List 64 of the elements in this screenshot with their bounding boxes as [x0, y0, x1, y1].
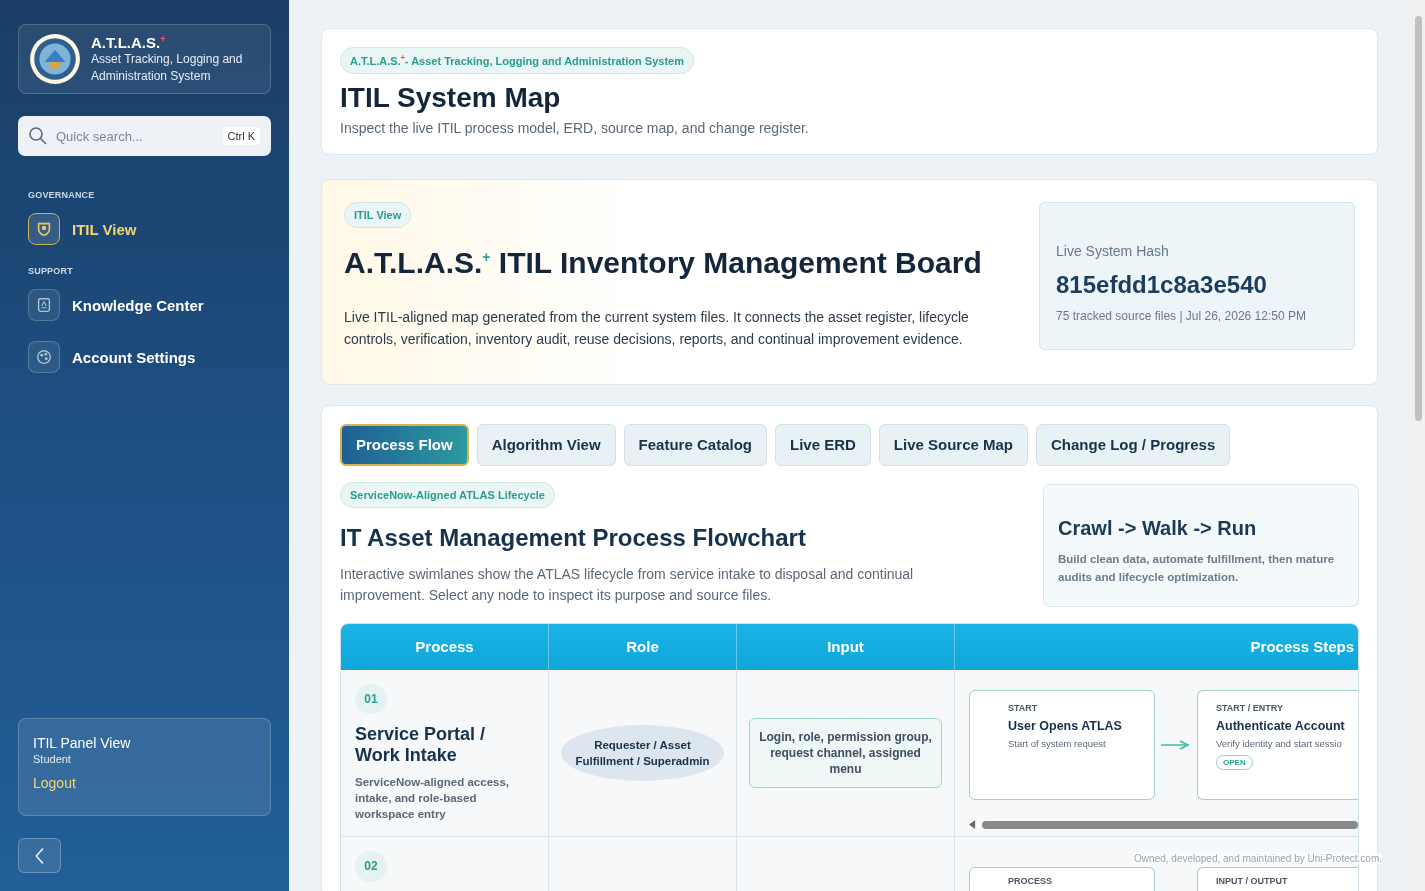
collapse-button[interactable]	[18, 838, 61, 873]
palette-icon	[35, 348, 53, 366]
tab[interactable]: Feature Catalog	[623, 423, 767, 466]
step-title: Authenticate Account	[1216, 718, 1345, 733]
page-title: ITIL System Map	[340, 81, 561, 114]
process-step-node[interactable]: START / ENTRY Authenticate Account Verify identity and start sessio OPEN	[1197, 689, 1358, 800]
tab[interactable]: Live ERD	[774, 423, 871, 466]
logout-link[interactable]: Logout	[33, 775, 256, 791]
hash-value: 815efdd1c8a3e540	[1056, 270, 1268, 299]
app-full-name: Asset Tracking, Logging and Administration System	[91, 50, 244, 85]
user-role: Student	[33, 753, 72, 765]
board-description: Live ITIL-aligned map generated from the current system files. It connects the asset register, lifecycle controls, verification, inventory audit, reuse decisions, reports, and continual improvement evidence.	[344, 307, 970, 349]
board-title: A.T.L.A.S.$^{+}$ ITIL Inventory Management Board	[344, 245, 982, 280]
search-icon	[28, 126, 48, 146]
step-description: Verify identity and start sessio	[1216, 737, 1342, 749]
book-icon	[35, 296, 53, 314]
hash-meta: 75 tracked source files | Jul 26, 2026 12:50 PM	[1056, 308, 1307, 323]
vertical-scrollbar[interactable]	[1412, 0, 1425, 891]
lifecycle-chip: ServiceNow-Aligned ATLAS Lifecycle	[340, 481, 555, 508]
tab[interactable]: Process Flow	[340, 423, 469, 466]
role-node[interactable]: Requester / Asset Fulfillment / Superadmin	[561, 724, 724, 781]
horizontal-scrollbar[interactable]	[969, 819, 1358, 830]
process-step-node[interactable]: PROCESS	[969, 866, 1155, 891]
user-name: ITIL Panel View	[33, 735, 132, 751]
step-title: User Opens ATLAS	[1008, 718, 1122, 733]
shortcut-hint: Ctrl K	[222, 127, 260, 145]
process-step-node[interactable]: START User Opens ATLAS Start of system request	[969, 689, 1155, 800]
tab[interactable]: Change Log / Progress	[1036, 423, 1231, 466]
input-node[interactable]: Login, role, permission group, request channel, assigned menu	[749, 717, 942, 788]
flowchart-title: IT Asset Management Process Flowchart	[340, 523, 806, 552]
column-header: Process Steps	[955, 623, 1358, 670]
emblem-icon	[29, 33, 81, 85]
step-type: START / ENTRY	[1216, 702, 1283, 713]
column-header: Process	[341, 623, 549, 670]
maturity-text: Build clean data, automate fulfillment, then mature audits and lifecycle optimization.	[1058, 551, 1336, 585]
nav-section-heading: SUPPORT	[28, 266, 74, 276]
step-type: PROCESS	[1008, 875, 1052, 886]
nav-item[interactable]: ITIL View	[18, 208, 271, 250]
app-name: A.T.L.A.S.$^{+}$	[91, 33, 167, 51]
shield-icon	[35, 220, 53, 238]
step-number: 02	[355, 850, 387, 882]
process-description: ServiceNow-aligned access, intake, and role-based workspace entry	[355, 774, 511, 822]
step-type: START	[1008, 702, 1038, 713]
hash-label: Live System Hash	[1056, 242, 1170, 259]
nav-item[interactable]: Knowledge Center	[18, 284, 271, 326]
flowchart-description: Interactive swimlanes show the ATLAS lifecycle from service intake to disposal and continual improvement. Select any node to inspect its purpose and source files.	[340, 564, 915, 605]
step-description: Start of system request	[1008, 737, 1106, 749]
page-subtitle: Inspect the live ITIL process model, ERD, source map, and change register.	[340, 119, 809, 136]
tab[interactable]: Live Source Map	[878, 423, 1029, 466]
view-chip: ITIL View	[344, 201, 412, 228]
column-header: Input	[737, 623, 955, 670]
footer-credit: Owned, developed, and maintained by Uni-Protect.com.	[1134, 853, 1382, 864]
system-chip: A.T.L.A.S.$^{+}$- Asset Tracking, Logging and Administration System	[340, 47, 694, 74]
nav-item[interactable]: Account Settings	[18, 336, 271, 378]
tab[interactable]: Algorithm View	[476, 423, 616, 466]
column-header: Role	[549, 623, 737, 670]
process-step-node[interactable]: INPUT / OUTPUT	[1197, 866, 1358, 891]
step-number: 01	[355, 683, 387, 714]
nav-section-heading: GOVERNANCE	[28, 190, 96, 200]
arrow-icon	[1161, 739, 1191, 750]
process-name: Service Portal / Work Intake	[355, 723, 487, 766]
maturity-title: Crawl -> Walk -> Run	[1058, 516, 1258, 540]
step-type: INPUT / OUTPUT	[1216, 875, 1288, 886]
scroll-left-icon[interactable]	[969, 820, 976, 830]
